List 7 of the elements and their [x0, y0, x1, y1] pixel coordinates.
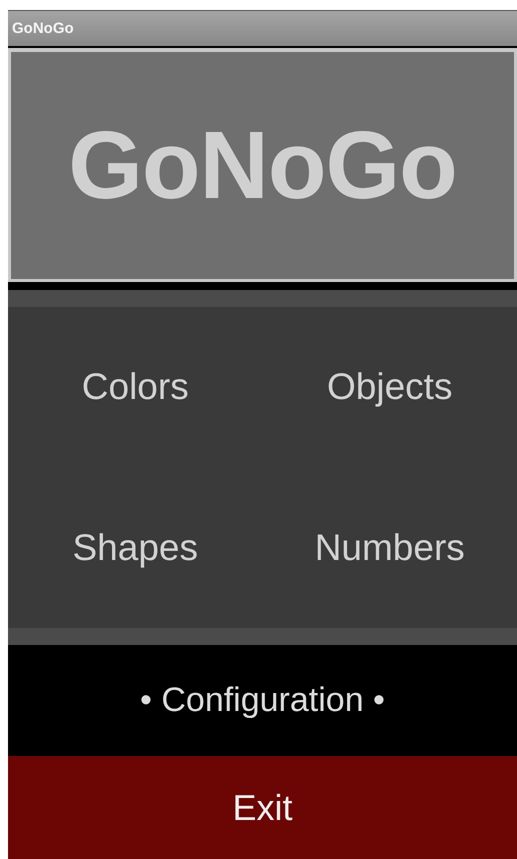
menu-button[interactable]: Colors — [8, 307, 262, 468]
exit-button[interactable]: Exit — [8, 756, 517, 859]
window-title: GoNoGo — [12, 20, 74, 37]
menu-button[interactable]: Numbers — [262, 468, 517, 628]
menu-button[interactable]: Objects — [262, 307, 517, 468]
logo-text: GoNoGo — [68, 118, 457, 214]
menu-button[interactable]: Shapes — [8, 468, 262, 628]
